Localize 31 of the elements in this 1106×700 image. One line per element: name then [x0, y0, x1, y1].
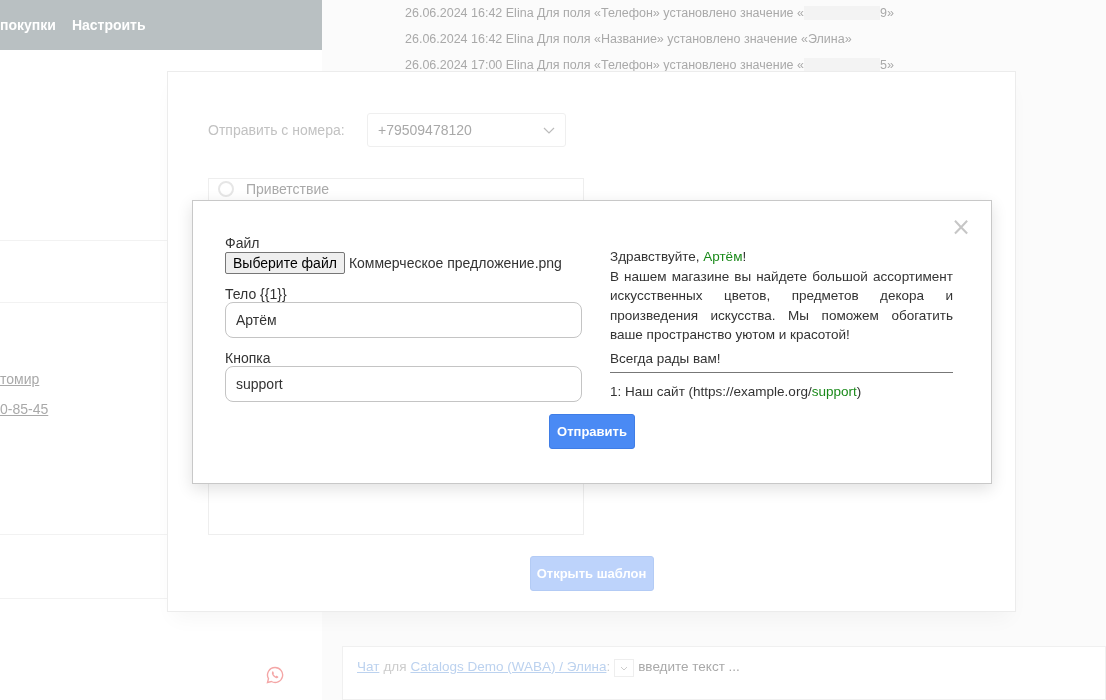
message-body: В нашем магазине вы найдете большой ассортимент искусственных цветов, предметов декора и произведения искусства. Мы поможем обогатить ваше пространство уютом и красотой! — [610, 267, 953, 344]
input-field[interactable]: support — [225, 366, 582, 402]
whatsapp-icon[interactable] — [266, 666, 284, 684]
file-label: Файл — [225, 235, 261, 251]
history-entry: 26.06.2024 16:42 Elina Для поля «Телефон» установлено значение « — [405, 6, 804, 20]
send-button[interactable]: Отправить — [549, 414, 635, 449]
colon-text: : — [606, 659, 611, 674]
file-name: Коммерческое предложение.png — [348, 255, 562, 271]
radio-button[interactable] — [218, 181, 234, 197]
template-name[interactable]: Приветствие — [246, 181, 329, 197]
chevron-icon — [543, 126, 555, 134]
history-entry: 26.06.2024 17:00 Elina Для поля «Телефон» установлено значение « — [405, 58, 804, 72]
message-field[interactable]: введите текст ... — [638, 659, 839, 674]
history-entry-end: 9» — [880, 6, 894, 20]
history-entry-end: 5» — [880, 58, 894, 72]
sender-label: Отправить с номера: — [208, 122, 346, 138]
field-label: Тело {{1}} — [225, 286, 288, 302]
nav-link[interactable]: Настроить — [71, 17, 146, 33]
close-button[interactable]: × — [950, 215, 971, 239]
button-preview-text: 1: Наш сайт (https://example.org/support) — [610, 383, 863, 401]
chevron-icon — [620, 665, 629, 671]
sender-dropdown[interactable]: +79509478120 — [367, 113, 566, 147]
message-footer: Всегда рады вам! — [610, 348, 953, 368]
greeting-text: Здравствуйте, Артём! — [610, 248, 748, 266]
template-dropdown[interactable] — [614, 659, 635, 677]
field-label: Кнопка — [225, 350, 272, 366]
history-entry: 26.06.2024 16:42 Elina Для поля «Название» установлено значение «Элина» — [405, 32, 852, 46]
nav-link[interactable]: покупки — [0, 17, 56, 33]
choose-file-button[interactable]: Выберите файл — [225, 252, 345, 274]
input-field[interactable]: Артём — [225, 302, 582, 338]
chat-link[interactable]: Чат — [357, 659, 380, 674]
